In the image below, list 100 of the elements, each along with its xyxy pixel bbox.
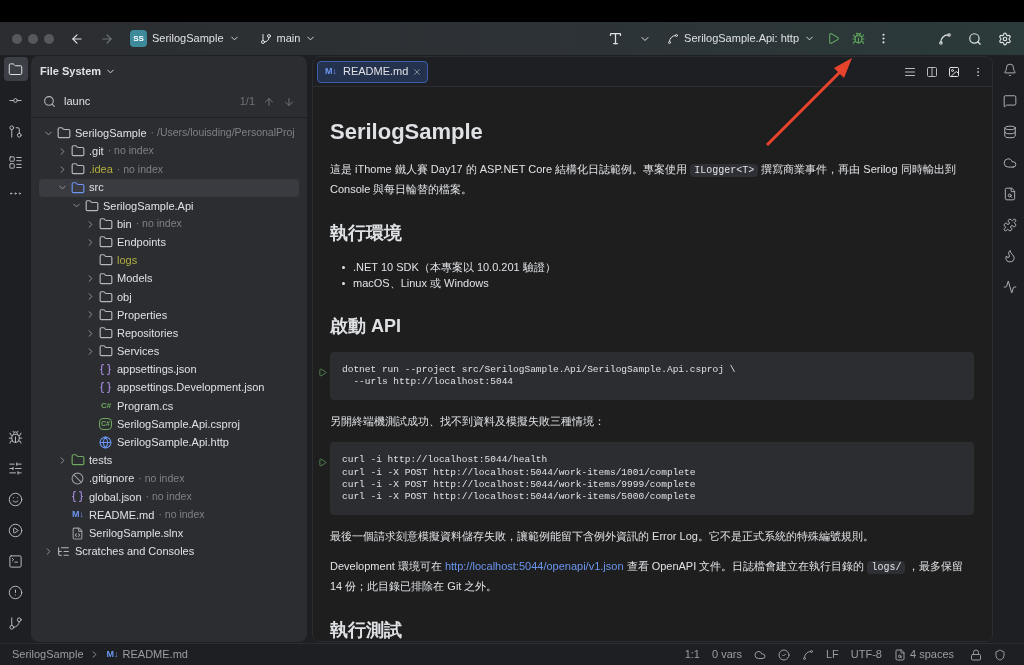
lock-icon[interactable]: [970, 648, 982, 661]
breadcrumb[interactable]: SerilogSample: [12, 646, 84, 663]
file-note: · no index: [135, 216, 182, 232]
project-folder-icon: [57, 126, 71, 141]
folder-icon: [99, 253, 113, 268]
branch-selector[interactable]: main: [259, 30, 317, 47]
split-view-icon[interactable]: [926, 65, 938, 78]
folder-icon: [99, 289, 113, 304]
file-name: .gitignore: [89, 471, 135, 487]
markdown-icon: M↓: [104, 647, 121, 662]
run-snippet-icon[interactable]: [318, 368, 327, 377]
tree-item[interactable]: logs: [39, 251, 299, 270]
breadcrumb[interactable]: README.md: [122, 646, 188, 663]
tree-item[interactable]: global.json · no index: [39, 487, 299, 506]
heading: 執行測試: [330, 619, 403, 641]
forward-icon[interactable]: [100, 31, 114, 46]
markdown-icon: M↓: [71, 508, 85, 522]
tree-item[interactable]: src: [39, 178, 299, 197]
run-icon[interactable]: [827, 32, 840, 45]
tree-item[interactable]: SerilogSample.slnx: [39, 524, 299, 543]
ban-icon: [71, 472, 84, 486]
tree-item[interactable]: Endpoints: [39, 233, 299, 252]
line-ending[interactable]: LF: [825, 646, 839, 663]
file-note: · /Users/louisding/PersonalProj: [150, 125, 295, 141]
project-selector[interactable]: SS SerilogSample: [130, 30, 240, 47]
back-icon[interactable]: [70, 31, 84, 46]
folder-icon: [71, 162, 85, 177]
file-name: Properties: [117, 307, 168, 323]
search-icon: [43, 95, 56, 108]
file-name: bin: [117, 216, 132, 232]
tree-item[interactable]: SerilogSample.Api: [39, 196, 299, 215]
list-item: .NET 10 SDK（本專案以 10.0.201 驗證）: [353, 260, 556, 275]
indent-setting[interactable]: 4 spaces: [909, 646, 954, 663]
tree-item[interactable]: C# Program.cs: [39, 396, 299, 415]
encoding[interactable]: UTF-8: [850, 646, 882, 663]
search-field[interactable]: launc: [64, 93, 232, 110]
markdown-icon: M↓: [323, 64, 339, 79]
folder-icon: [71, 180, 85, 195]
file-name: Program.cs: [117, 398, 174, 414]
tree-item[interactable]: bin · no index: [39, 214, 299, 234]
editor-tab[interactable]: M↓ README.md: [317, 60, 429, 83]
tree-item[interactable]: Properties: [39, 305, 299, 325]
tree-item[interactable]: appsettings.Development.json: [39, 378, 299, 397]
search-icon[interactable]: [968, 31, 982, 46]
file-name: SerilogSample: [75, 125, 147, 141]
folder-icon: [99, 235, 113, 250]
paragraph: Development 環境可在 http://localhost:5044/openapi/v1.json 查看 OpenAPI 文件。日誌檔會建立在執行目錄的 logs/ ，最多保留 14 份；此目錄已排除在 Git 之外。: [330, 559, 965, 595]
preview-icon[interactable]: [948, 65, 960, 78]
close-icon[interactable]: [412, 66, 423, 77]
shield-icon[interactable]: [994, 648, 1006, 661]
file-name: Repositories: [117, 325, 179, 341]
paragraph: 最後一個請求刻意模擬資料儲存失敗，讓範例能留下含例外資訊的 Error Log。它不是正式系統的特殊編號規則。: [330, 529, 875, 545]
tree-item[interactable]: .gitignore · no index: [39, 469, 299, 488]
caret-position[interactable]: 1:1: [684, 646, 700, 663]
file-name: obj: [117, 289, 132, 305]
run-snippet-icon[interactable]: [318, 458, 327, 468]
globe-icon: [99, 435, 112, 449]
tree-item[interactable]: Scratches and Consoles: [39, 542, 299, 561]
paragraph: 另開終端機測試成功、找不到資料及模擬失敗三種情境：: [330, 414, 606, 430]
folder-icon: [99, 344, 113, 359]
vars-count[interactable]: 0 vars: [712, 646, 742, 663]
file-note: · no index: [158, 507, 205, 523]
solution-icon: [71, 526, 84, 540]
file-name: .idea: [89, 162, 113, 178]
file-name: Endpoints: [117, 234, 166, 250]
heading: 執行環境: [330, 222, 403, 245]
debug-icon[interactable]: [852, 32, 865, 45]
tree-item[interactable]: .idea · no index: [39, 160, 299, 179]
cloud-icon[interactable]: [753, 648, 766, 661]
settings-icon[interactable]: [998, 31, 1012, 46]
tree-item[interactable]: M↓ README.md · no index: [39, 505, 299, 525]
folder-icon: [99, 271, 113, 286]
tree-item[interactable]: Services: [39, 342, 299, 361]
file-name: Scratches and Consoles: [75, 544, 195, 560]
tree-item[interactable]: SerilogSample · /Users/louisding/PersonalProj: [39, 124, 299, 143]
tree-item[interactable]: appsettings.json: [39, 360, 299, 379]
csharp-icon: C#: [99, 399, 113, 412]
file-name: logs: [117, 253, 138, 269]
editor-only-icon[interactable]: [904, 65, 916, 78]
file-name: SerilogSample.Api: [103, 198, 194, 214]
file-name: Models: [117, 271, 153, 287]
text-icon[interactable]: [608, 31, 624, 46]
folder-icon: [99, 217, 113, 232]
list-item: macOS、Linux 或 Windows: [353, 276, 489, 291]
tree-item[interactable]: .git · no index: [39, 142, 299, 161]
tree-item[interactable]: Repositories: [39, 324, 299, 343]
folder-icon: [99, 307, 113, 322]
run-config-selector[interactable]: SerilogSample.Api: http: [667, 30, 815, 47]
bullet-icon: [342, 281, 345, 285]
tree-item[interactable]: Models: [39, 269, 299, 288]
check-icon[interactable]: [777, 648, 790, 661]
heading: 啟動 API: [330, 315, 402, 338]
branch-icon: [259, 32, 272, 45]
folder-icon[interactable]: [3, 57, 28, 81]
tree-item[interactable]: SerilogSample.Api.http: [39, 433, 299, 452]
panel-title[interactable]: File System: [40, 62, 117, 80]
openapi-link[interactable]: http://localhost:5044/openapi/v1.json: [444, 560, 624, 573]
tree-item[interactable]: tests: [39, 451, 299, 470]
folder-icon: [71, 453, 85, 468]
tree-item[interactable]: obj: [39, 287, 299, 306]
